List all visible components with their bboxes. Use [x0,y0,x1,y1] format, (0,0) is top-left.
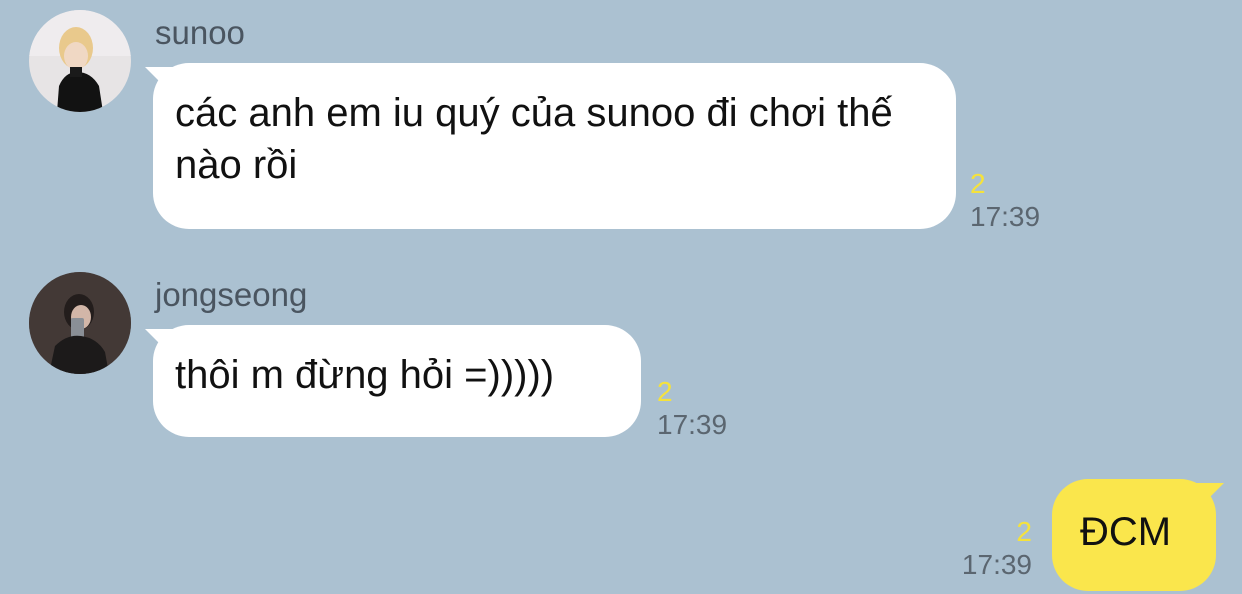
message-time: 17:39 [657,409,728,440]
sender-name: sunoo [155,14,245,51]
message-text: ĐCM [1080,510,1172,554]
message-time: 17:39 [961,549,1032,580]
sunoo-avatar[interactable] [29,10,131,112]
message-text: thôi m đừng hỏi =))))) [175,353,555,397]
sender-name: jongseong [155,276,308,313]
message-text: các anh em iu quý của sunoo đi chơi thế … [175,91,893,187]
unread-count: 2 [1016,516,1032,547]
message-time: 17:39 [970,201,1041,232]
message-bubble[interactable]: thôi m đừng hỏi =))))) [153,325,641,437]
message-bubble[interactable]: các anh em iu quý của sunoo đi chơi thế … [153,63,956,229]
jongseong-avatar[interactable] [29,272,131,374]
unread-count: 2 [970,168,986,199]
message-meta: 2 17:39 [970,170,1040,231]
bubble-tail [1190,483,1224,511]
message-meta: 2 17:39 [930,518,1032,579]
message-meta: 2 17:39 [657,378,727,439]
unread-count: 2 [657,376,673,407]
